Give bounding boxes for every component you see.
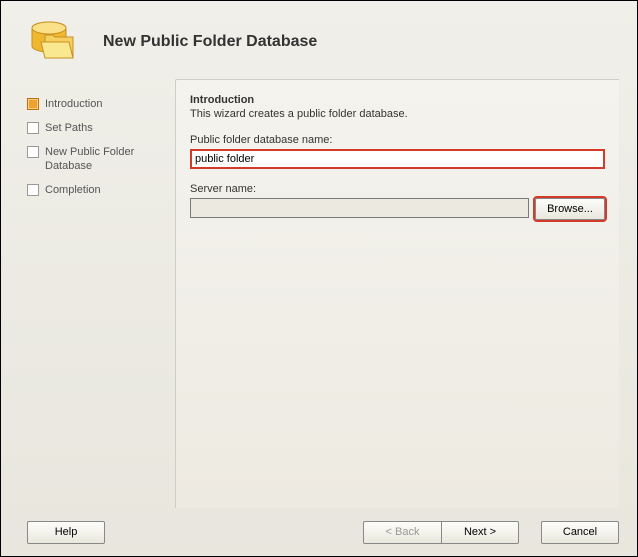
dialog-header: New Public Folder Database xyxy=(1,1,637,79)
step-icon-active xyxy=(27,98,39,110)
dialog-footer: Help < Back Next > Cancel xyxy=(1,508,637,556)
back-button[interactable]: < Back xyxy=(363,521,441,544)
wizard-content: Introduction This wizard creates a publi… xyxy=(175,79,619,508)
step-completion: Completion xyxy=(27,183,175,197)
dialog-body: Introduction Set Paths New Public Folder… xyxy=(1,79,637,508)
content-title: Introduction xyxy=(190,94,605,106)
step-icon xyxy=(27,184,39,196)
step-icon xyxy=(27,122,39,134)
db-name-label: Public folder database name: xyxy=(190,134,605,146)
step-label: New Public Folder Database xyxy=(45,145,175,173)
step-new-db: New Public Folder Database xyxy=(27,145,175,173)
server-name-label: Server name: xyxy=(190,183,605,195)
step-set-paths: Set Paths xyxy=(27,121,175,135)
footer-left: Help xyxy=(27,521,105,544)
wizard-sidebar: Introduction Set Paths New Public Folder… xyxy=(27,79,175,508)
content-description: This wizard creates a public folder data… xyxy=(190,108,605,120)
help-button[interactable]: Help xyxy=(27,521,105,544)
database-folder-icon xyxy=(27,14,83,70)
next-button[interactable]: Next > xyxy=(441,521,519,544)
footer-right: < Back Next > Cancel xyxy=(105,521,619,544)
db-name-row xyxy=(190,149,605,169)
server-name-input[interactable] xyxy=(190,198,529,218)
nav-button-group: < Back Next > xyxy=(363,521,519,544)
wizard-dialog: New Public Folder Database Introduction … xyxy=(0,0,638,557)
step-label: Set Paths xyxy=(45,121,93,135)
db-name-input[interactable] xyxy=(190,149,605,169)
cancel-button[interactable]: Cancel xyxy=(541,521,619,544)
step-icon xyxy=(27,146,39,158)
dialog-title: New Public Folder Database xyxy=(103,33,317,51)
browse-button[interactable]: Browse... xyxy=(535,198,605,220)
server-name-row: Browse... xyxy=(190,198,605,220)
step-introduction: Introduction xyxy=(27,97,175,111)
step-label: Completion xyxy=(45,183,101,197)
step-label: Introduction xyxy=(45,97,102,111)
